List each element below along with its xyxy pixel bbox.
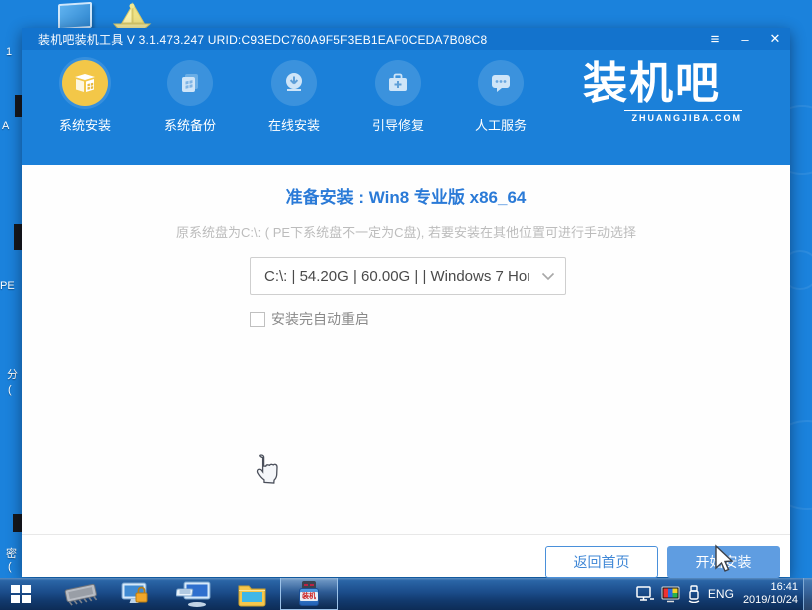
auto-restart-option[interactable]: 安装完自动重启 bbox=[250, 309, 369, 329]
clock-date: 2019/10/24 bbox=[743, 594, 798, 607]
taskbar-clock[interactable]: 16:41 2019/10/24 bbox=[743, 581, 798, 607]
usb-drive-label: 装机吧 bbox=[300, 592, 318, 601]
hand-cursor bbox=[250, 451, 280, 487]
nav-label: 在线安装 bbox=[248, 115, 340, 134]
arrow-cursor bbox=[712, 544, 734, 574]
logo-text: 装机吧 bbox=[562, 58, 742, 110]
nav-label: 人工服务 bbox=[455, 115, 547, 134]
target-drive-select[interactable]: C:\: | 54.20G | 60.00G | | Windows 7 Hor bbox=[250, 257, 566, 295]
tray-usb-eject-icon[interactable] bbox=[687, 585, 701, 603]
nav-item-customer-service[interactable]: 人工服务 bbox=[455, 60, 547, 134]
page-subtitle: 原系统盘为C:\: ( PE下系统盘不一定为C盘), 若要安装在其他位置可进行手… bbox=[22, 222, 790, 241]
nav-label: 系统备份 bbox=[144, 115, 236, 134]
taskbar-memory-chip-icon[interactable] bbox=[60, 581, 102, 607]
desktop-computer-icon[interactable] bbox=[58, 2, 92, 30]
taskbar-pc-lock-icon[interactable] bbox=[118, 581, 152, 608]
minimize-icon[interactable]: – bbox=[730, 28, 760, 50]
package-icon bbox=[62, 60, 108, 106]
auto-restart-checkbox[interactable] bbox=[250, 312, 265, 327]
desktop-icon-fragment bbox=[13, 514, 22, 532]
system-tray: ENG 16:41 2019/10/24 bbox=[636, 578, 798, 610]
nav-item-online-install[interactable]: 在线安装 bbox=[248, 60, 340, 134]
page-title: 准备安装 : Win8 专业版 x86_64 bbox=[22, 183, 790, 208]
download-icon bbox=[271, 60, 317, 106]
show-desktop-button[interactable] bbox=[803, 578, 812, 610]
desktop-label-fragment: A bbox=[2, 120, 24, 132]
taskbar-app-zhuangjiba[interactable]: 装机吧 bbox=[280, 578, 338, 610]
menu-icon[interactable]: ≡ bbox=[700, 28, 730, 50]
chevron-down-icon bbox=[541, 272, 555, 281]
chat-bubble-icon bbox=[478, 60, 524, 106]
auto-restart-label: 安装完自动重启 bbox=[271, 309, 369, 329]
nav-label: 引导修复 bbox=[352, 115, 444, 134]
nav-bar: 系统安装 系统备份 在线安装 bbox=[22, 50, 790, 165]
nav-item-system-install[interactable]: 系统安装 bbox=[39, 60, 131, 134]
window-title: 装机吧装机工具 V 3.1.473.247 URID:C93EDC760A9F5… bbox=[22, 31, 487, 48]
taskbar-folder-icon[interactable] bbox=[236, 581, 268, 608]
start-button[interactable] bbox=[0, 578, 42, 610]
titlebar[interactable]: 装机吧装机工具 V 3.1.473.247 URID:C93EDC760A9F5… bbox=[22, 28, 790, 50]
tray-display-color-icon[interactable] bbox=[661, 586, 680, 603]
brand-logo: 装机吧 ZHUANGJIBA.COM bbox=[562, 58, 742, 123]
desktop-label-fragment: PE bbox=[0, 280, 22, 292]
windows-logo-icon bbox=[11, 585, 31, 603]
toolbox-plus-icon bbox=[375, 60, 421, 106]
usb-drive-icon: 装机吧 bbox=[296, 581, 322, 607]
nav-label: 系统安装 bbox=[39, 115, 131, 134]
tray-network-icon[interactable] bbox=[636, 586, 654, 602]
taskbar-pc-keyboard-icon[interactable] bbox=[176, 581, 214, 608]
installer-window: 装机吧装机工具 V 3.1.473.247 URID:C93EDC760A9F5… bbox=[22, 28, 790, 577]
clock-time: 16:41 bbox=[743, 581, 798, 594]
nav-item-system-backup[interactable]: 系统备份 bbox=[144, 60, 236, 134]
logo-domain: ZHUANGJIBA.COM bbox=[624, 110, 742, 123]
desktop-icon-fragment bbox=[15, 95, 22, 117]
desktop-icon-fragment bbox=[14, 224, 22, 250]
taskbar: 装机吧 ENG 16:41 2019/10/24 bbox=[0, 578, 812, 610]
footer-bar: 返回首页 开始安装 bbox=[22, 534, 790, 577]
drive-select-value: C:\: | 54.20G | 60.00G | | Windows 7 Hor bbox=[251, 268, 529, 285]
nav-item-boot-repair[interactable]: 引导修复 bbox=[352, 60, 444, 134]
content-area: 准备安装 : Win8 专业版 x86_64 原系统盘为C:\: ( PE下系统… bbox=[22, 165, 790, 534]
back-home-button[interactable]: 返回首页 bbox=[545, 546, 658, 578]
backup-pages-icon bbox=[167, 60, 213, 106]
language-indicator[interactable]: ENG bbox=[708, 587, 734, 601]
close-icon[interactable]: ✕ bbox=[760, 28, 790, 50]
